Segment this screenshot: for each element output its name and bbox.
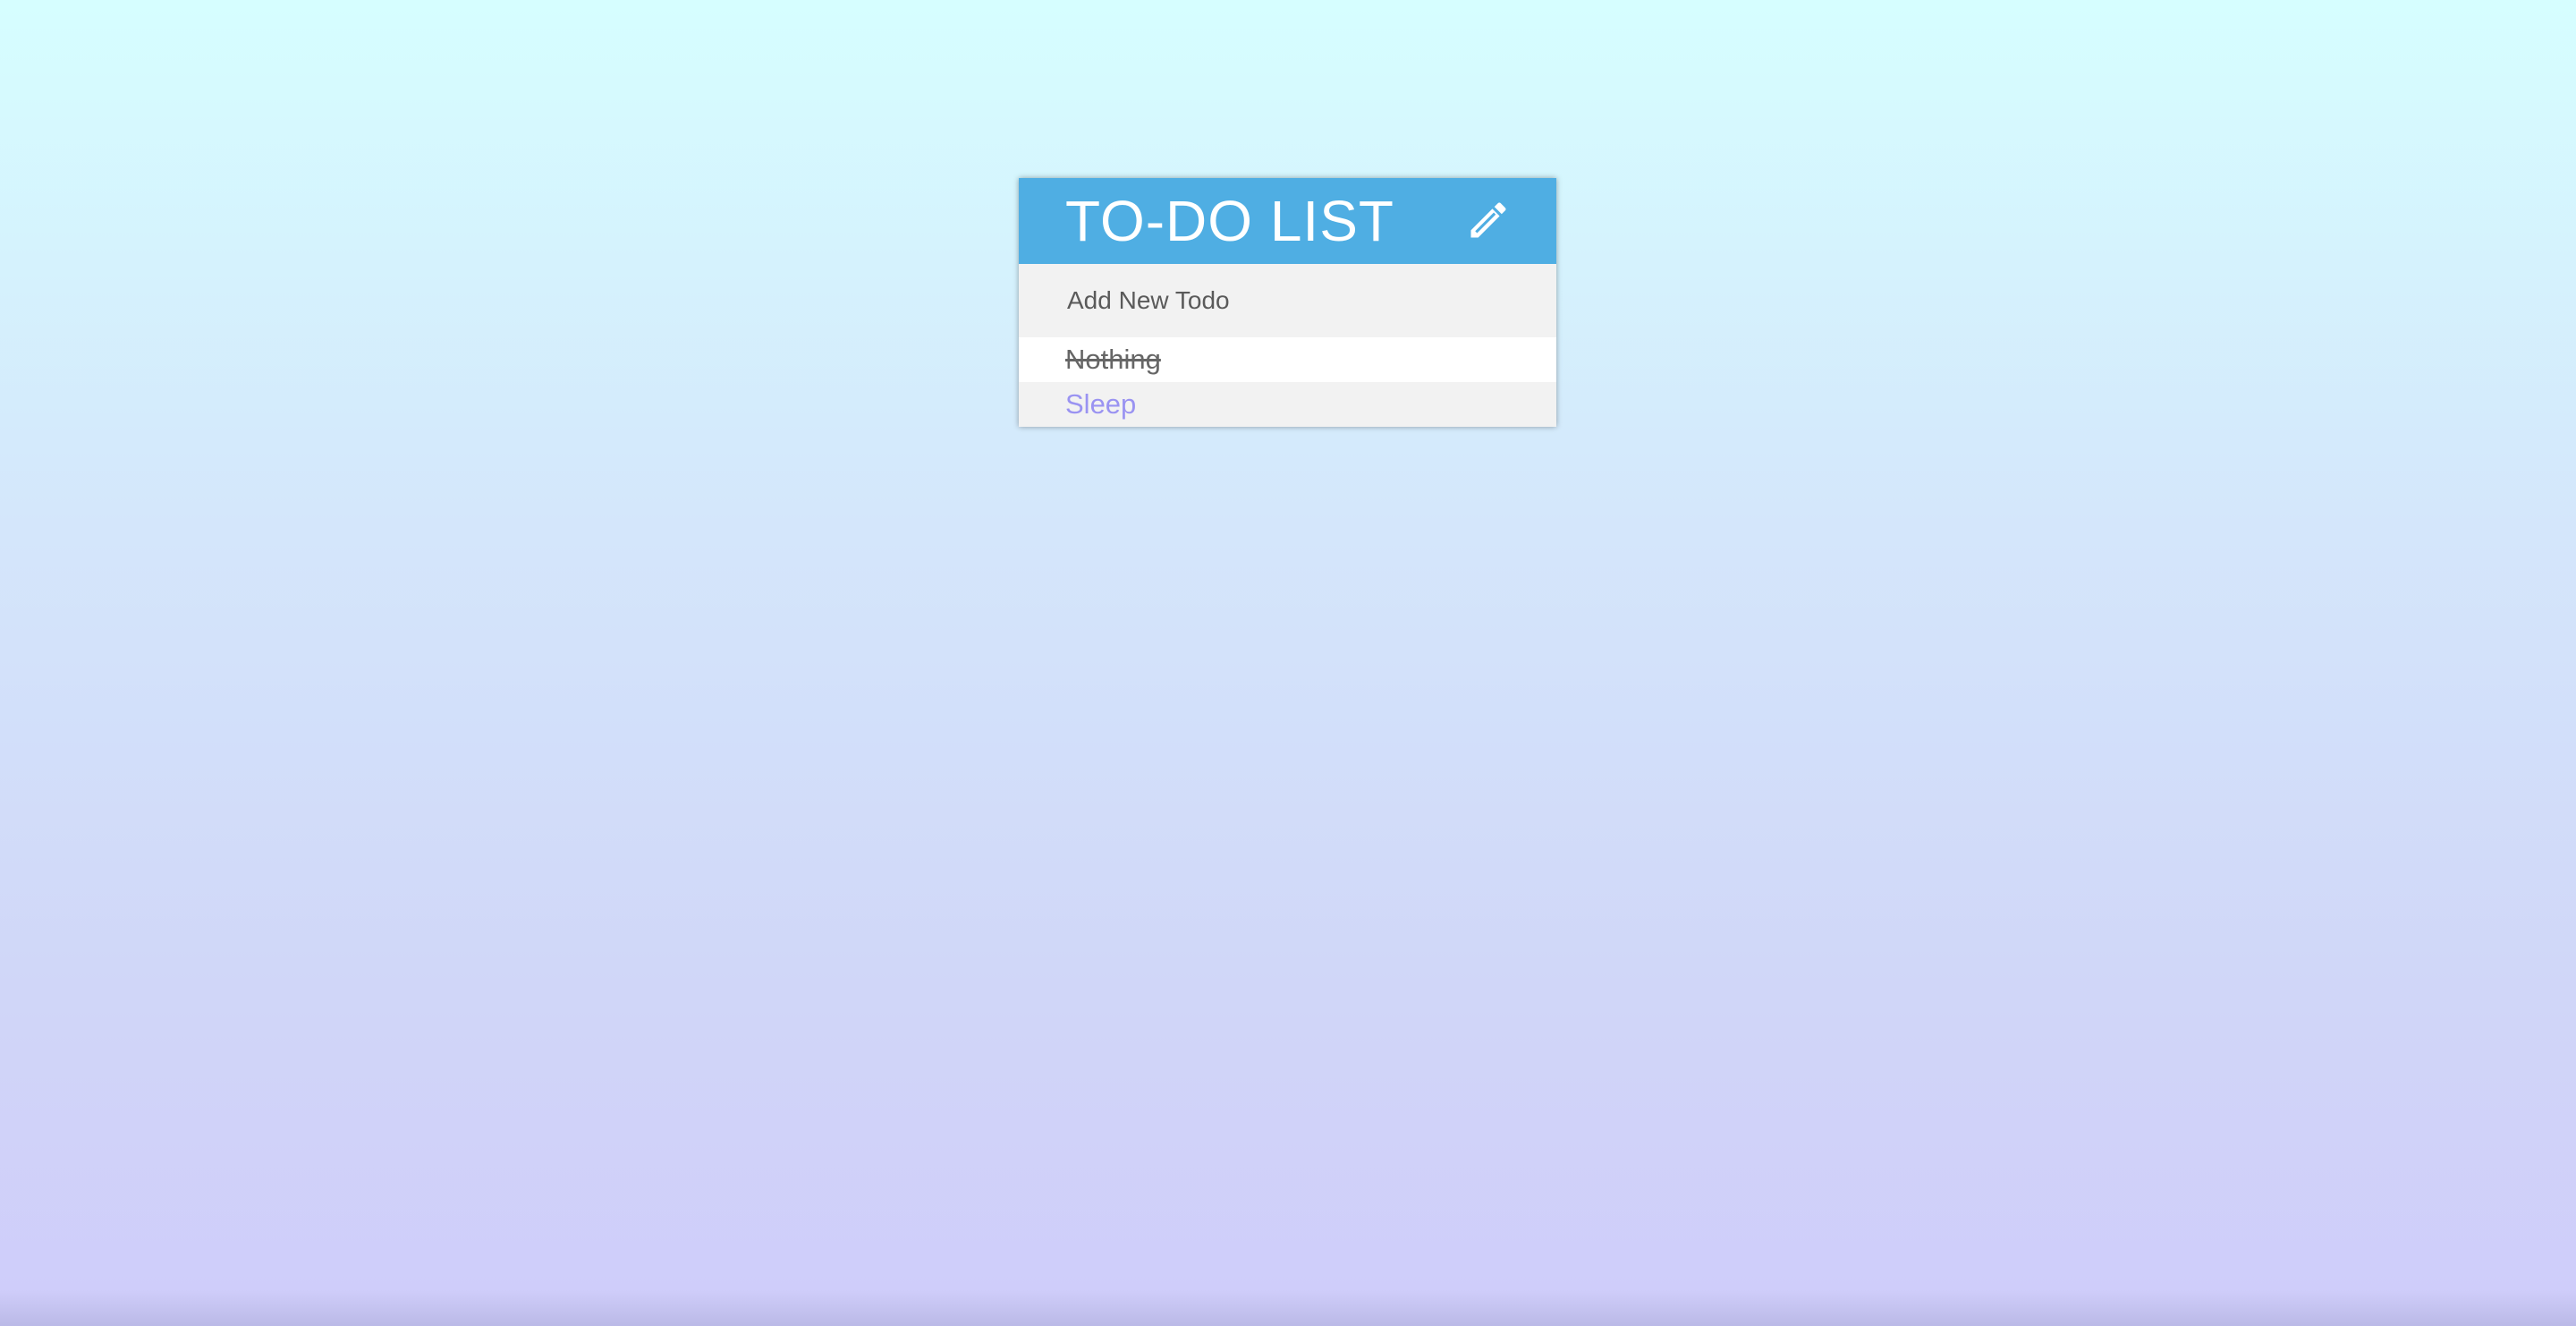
todo-item-label: Nothing — [1065, 344, 1161, 375]
todo-item-nothing[interactable]: Nothing — [1019, 337, 1556, 382]
new-todo-input[interactable] — [1019, 264, 1556, 337]
todo-item-label: Sleep — [1065, 388, 1137, 420]
bottom-shadow — [0, 1290, 2576, 1326]
pencil-icon — [1465, 197, 1512, 246]
page-background: TO-DO LIST Nothing Sleep — [0, 0, 2576, 1326]
page-title: TO-DO LIST — [1065, 189, 1394, 253]
todo-card: TO-DO LIST Nothing Sleep — [1019, 178, 1556, 427]
todo-list: Nothing Sleep — [1019, 337, 1556, 427]
todo-header: TO-DO LIST — [1019, 178, 1556, 264]
todo-item-sleep[interactable]: Sleep — [1019, 382, 1556, 427]
edit-button[interactable] — [1463, 196, 1513, 246]
